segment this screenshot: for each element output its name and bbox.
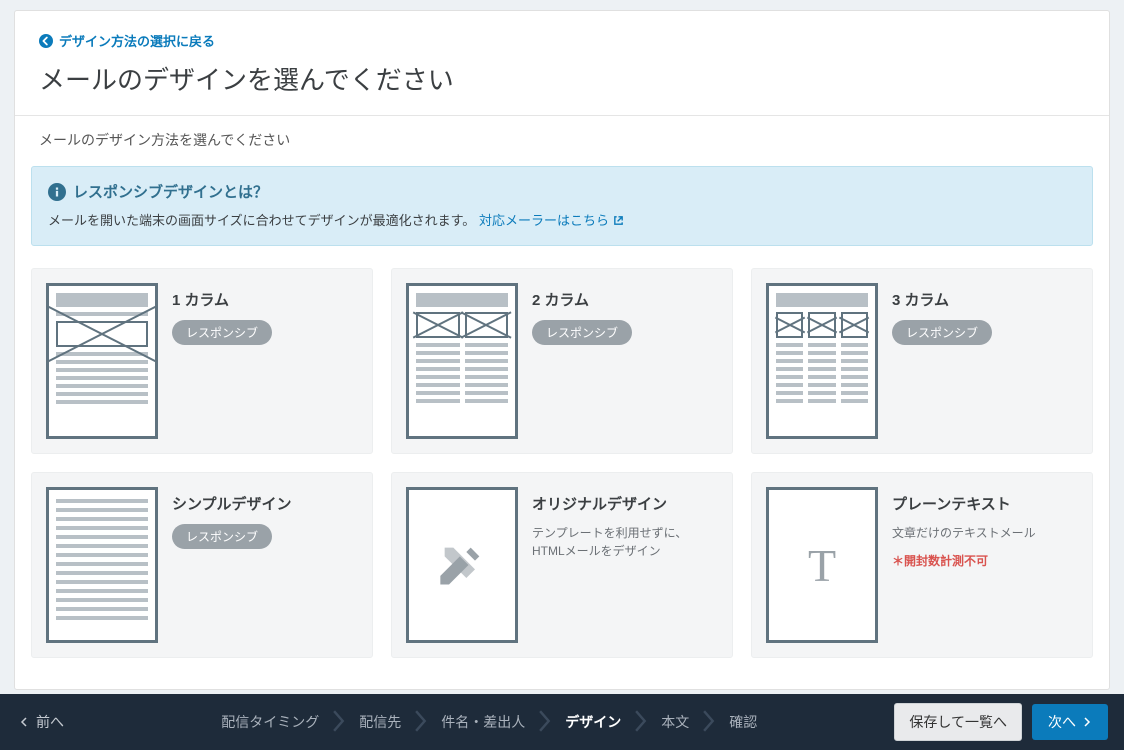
thumbnail-1-column bbox=[46, 283, 158, 439]
chevron-right-icon bbox=[331, 710, 347, 735]
thumbnail-plain-text: T bbox=[766, 487, 878, 643]
template-desc: 文章だけのテキストメール bbox=[892, 524, 1078, 542]
responsive-badge: レスポンシブ bbox=[532, 320, 632, 345]
template-name: 1 カラム bbox=[172, 289, 358, 310]
thumbnail-3-column bbox=[766, 283, 878, 439]
pencil-ruler-icon bbox=[436, 539, 488, 591]
step-body[interactable]: 本文 bbox=[661, 712, 689, 732]
step-design[interactable]: デザイン bbox=[565, 712, 621, 732]
template-cards: 1 カラム レスポンシブ 2 カラム レスポンシブ bbox=[15, 246, 1109, 674]
responsive-badge: レスポンシブ bbox=[172, 320, 272, 345]
step-recipients[interactable]: 配信先 bbox=[359, 712, 401, 732]
next-button[interactable]: 次へ bbox=[1032, 704, 1108, 740]
chevron-right-icon bbox=[633, 710, 649, 735]
template-name: 3 カラム bbox=[892, 289, 1078, 310]
step-subject[interactable]: 件名・差出人 bbox=[441, 712, 525, 732]
template-card-plain-text[interactable]: T プレーンテキスト 文章だけのテキストメール ＊開封数計測不可 bbox=[751, 472, 1093, 658]
main-panel: デザイン方法の選択に戻る メールのデザインを選んでください メールのデザイン方法… bbox=[14, 10, 1110, 690]
page-subtitle: メールのデザイン方法を選んでください bbox=[15, 116, 1109, 166]
page-title: メールのデザインを選んでください bbox=[15, 50, 1109, 116]
template-card-2-column[interactable]: 2 カラム レスポンシブ bbox=[391, 268, 733, 454]
info-icon bbox=[48, 183, 66, 201]
template-name: オリジナルデザイン bbox=[532, 493, 718, 514]
template-name: 2 カラム bbox=[532, 289, 718, 310]
thumbnail-2-column bbox=[406, 283, 518, 439]
thumbnail-original bbox=[406, 487, 518, 643]
external-link-icon bbox=[613, 215, 624, 226]
arrow-left-circle-icon bbox=[39, 34, 53, 48]
template-card-3-column[interactable]: 3 カラム レスポンシブ bbox=[751, 268, 1093, 454]
thumbnail-simple bbox=[46, 487, 158, 643]
template-card-1-column[interactable]: 1 カラム レスポンシブ bbox=[31, 268, 373, 454]
template-name: プレーンテキスト bbox=[892, 493, 1078, 514]
info-description: メールを開いた端末の画面サイズに合わせてデザインが最適化されます。 対応メーラー… bbox=[48, 210, 1076, 229]
responsive-badge: レスポンシブ bbox=[172, 524, 272, 549]
chevron-right-icon bbox=[413, 710, 429, 735]
chevron-right-icon bbox=[537, 710, 553, 735]
chevron-right-icon bbox=[1082, 717, 1092, 727]
info-box: レスポンシブデザインとは？ メールを開いた端末の画面サイズに合わせてデザインが最… bbox=[31, 166, 1093, 246]
save-button[interactable]: 保存して一覧へ bbox=[894, 703, 1022, 741]
back-link[interactable]: デザイン方法の選択に戻る bbox=[15, 11, 1109, 50]
text-icon: T bbox=[808, 539, 836, 592]
step-timing[interactable]: 配信タイミング bbox=[221, 712, 319, 732]
template-desc: テンプレートを利用せずに、HTMLメールをデザイン bbox=[532, 524, 718, 560]
template-name: シンプルデザイン bbox=[172, 493, 358, 514]
info-title: レスポンシブデザインとは？ bbox=[48, 181, 1076, 202]
template-warning: ＊開封数計測不可 bbox=[892, 552, 1078, 569]
step-confirm[interactable]: 確認 bbox=[729, 712, 757, 732]
prev-button[interactable]: 前へ bbox=[0, 712, 84, 732]
template-card-original[interactable]: オリジナルデザイン テンプレートを利用せずに、HTMLメールをデザイン bbox=[391, 472, 733, 658]
chevron-left-icon bbox=[20, 717, 30, 727]
info-link[interactable]: 対応メーラーはこちら bbox=[479, 213, 624, 228]
template-card-simple[interactable]: シンプルデザイン レスポンシブ bbox=[31, 472, 373, 658]
stepper: 配信タイミング 配信先 件名・差出人 デザイン 本文 確認 bbox=[84, 710, 894, 735]
chevron-right-icon bbox=[701, 710, 717, 735]
bottom-bar: 前へ 配信タイミング 配信先 件名・差出人 デザイン 本文 確認 保存して一覧へ… bbox=[0, 694, 1124, 750]
responsive-badge: レスポンシブ bbox=[892, 320, 992, 345]
back-link-label: デザイン方法の選択に戻る bbox=[59, 31, 215, 50]
